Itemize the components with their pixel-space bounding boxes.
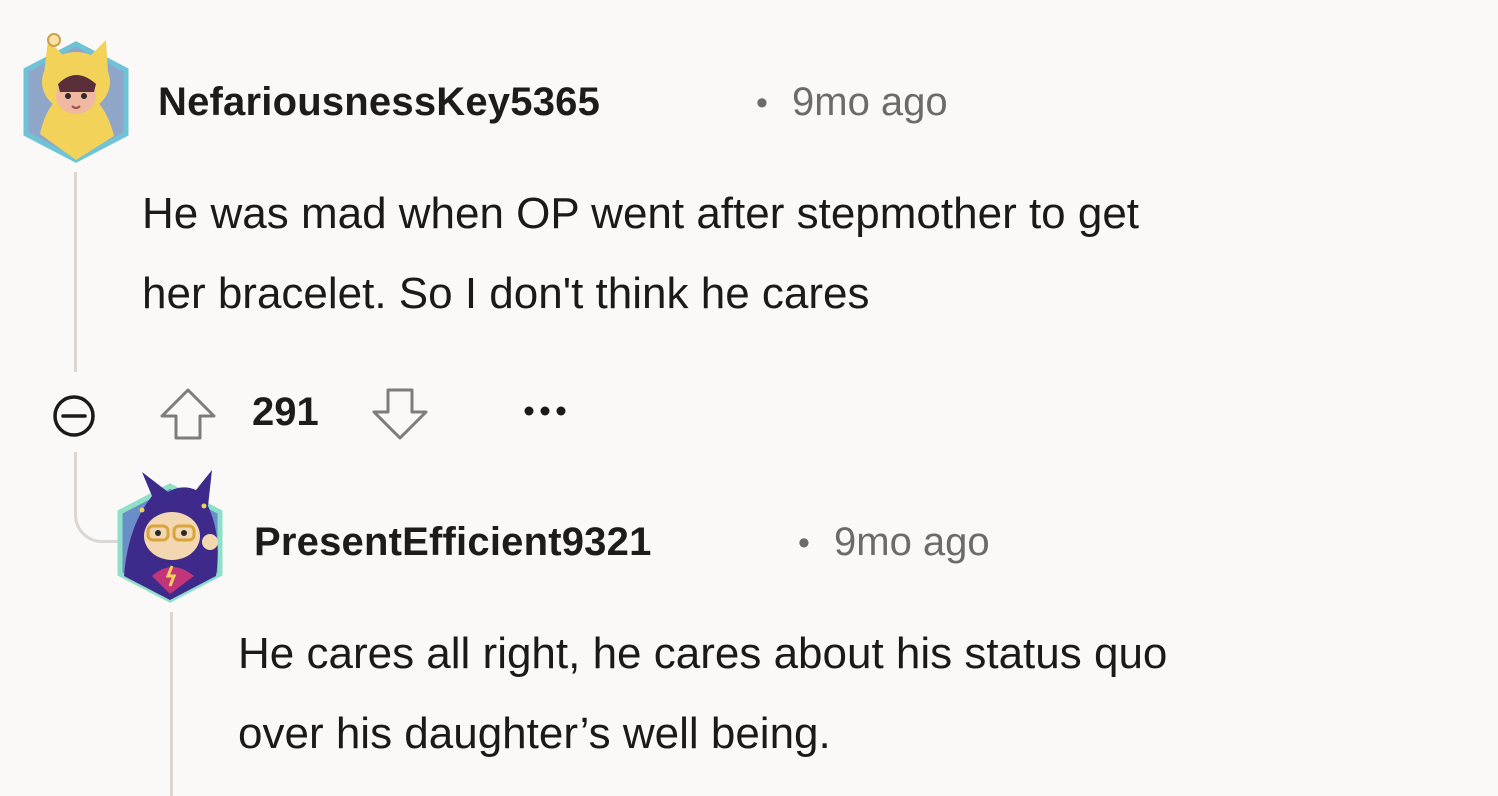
comment-author[interactable]: PresentEfficient9321 — [254, 520, 652, 565]
upvote-icon[interactable] — [156, 384, 220, 444]
vote-count: 291 — [252, 390, 319, 434]
avatar-image — [117, 470, 223, 603]
comment-body-line: He cares all right, he cares about his s… — [238, 629, 1168, 678]
comment-author[interactable]: NefariousnessKey5365 — [158, 80, 600, 125]
comment-body: He cares all right, he cares about his s… — [238, 614, 1488, 774]
comment-timestamp[interactable]: 9mo ago — [792, 80, 948, 125]
avatar[interactable] — [18, 26, 134, 164]
thread-line-main — [74, 172, 77, 372]
collapse-icon[interactable] — [42, 392, 106, 440]
thread-line-reply — [170, 612, 173, 796]
comment-timestamp[interactable]: 9mo ago — [834, 520, 990, 565]
comment-body-line: over his daughter’s well being. — [238, 709, 831, 758]
avatar[interactable] — [112, 466, 228, 604]
comment-body-line: He was mad when OP went after stepmother… — [142, 189, 1140, 238]
avatar-image — [23, 33, 129, 163]
meta-separator: • — [756, 84, 768, 122]
ellipsis-icon[interactable] — [520, 396, 570, 426]
comment-body: He was mad when OP went after stepmother… — [142, 174, 1482, 334]
comment-body-line: her bracelet. So I don't think he cares — [142, 269, 870, 318]
downvote-icon[interactable] — [368, 384, 432, 444]
meta-separator: • — [798, 524, 810, 562]
